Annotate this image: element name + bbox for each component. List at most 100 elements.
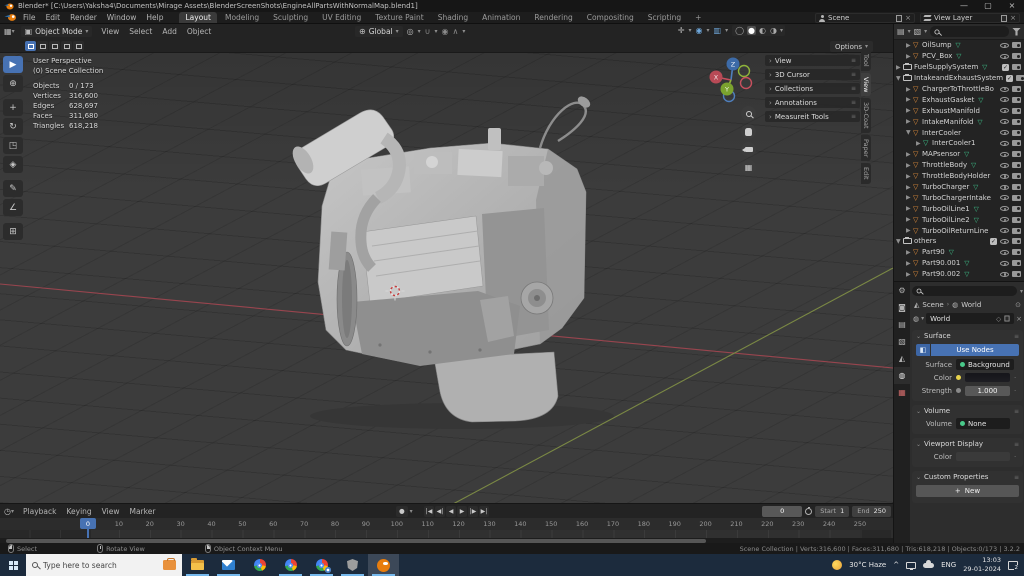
viewport-menu-add[interactable]: Add <box>157 27 182 36</box>
select-invert-button[interactable] <box>61 41 72 51</box>
disable-render-camera-icon[interactable] <box>1012 97 1021 103</box>
timeline-menu-marker[interactable]: Marker <box>124 507 160 516</box>
collection-checkbox[interactable]: ✓ <box>990 238 997 245</box>
hide-eye-icon[interactable] <box>1000 228 1009 233</box>
object-name[interactable]: ExhaustGasket <box>922 96 974 104</box>
outliner-row-part90[interactable]: ▶▽Part90▽ <box>894 247 1024 258</box>
expand-icon[interactable]: ▶ <box>906 260 913 267</box>
expand-icon[interactable]: ▼ <box>906 129 913 136</box>
sidebar-tab-paper[interactable]: Paper <box>861 135 871 161</box>
workspace-tab-compositing[interactable]: Compositing <box>581 12 640 23</box>
hide-eye-icon[interactable] <box>1000 152 1009 157</box>
expand-icon[interactable]: ▶ <box>906 271 913 278</box>
notification-icon[interactable]: 2 <box>1008 561 1018 570</box>
disable-render-camera-icon[interactable] <box>1012 195 1021 201</box>
properties-tab-view-layer[interactable]: ▧ <box>894 333 910 350</box>
object-name[interactable]: TurboOilReturnLine <box>922 227 988 235</box>
shading-rendered-icon[interactable]: ◑ <box>769 26 778 35</box>
viewport-menu-view[interactable]: View <box>96 27 124 36</box>
collection-checkbox[interactable]: ✓ <box>1006 75 1013 82</box>
taskbar-search-input[interactable]: Type here to search <box>26 554 182 576</box>
gizmo-axis-neg-x[interactable] <box>741 78 752 89</box>
object-name[interactable]: TurboOilLine2 <box>922 216 970 224</box>
workspace-tab-shading[interactable]: Shading <box>432 12 474 23</box>
disable-render-camera-icon[interactable] <box>1012 184 1021 190</box>
expand-icon[interactable]: ▶ <box>906 118 913 125</box>
expand-icon[interactable]: ▶ <box>906 227 913 234</box>
gizmos-toggle-icon[interactable]: ✛ <box>678 26 685 35</box>
pin-icon[interactable]: ⊙ <box>1015 301 1021 309</box>
taskbar-app-blender[interactable] <box>368 554 399 576</box>
proportional-editing-icon[interactable]: ◉ <box>442 27 449 36</box>
workspace-tab-texture-paint[interactable]: Texture Paint <box>369 12 429 23</box>
expand-icon[interactable]: ▶ <box>906 86 913 93</box>
object-name[interactable]: TurboOilLine1 <box>922 205 970 213</box>
tray-expand-icon[interactable]: ^ <box>893 561 899 569</box>
mode-selector[interactable]: ▣ Object Mode ▾ <box>21 26 93 37</box>
surface-value-field[interactable]: Background <box>956 359 1014 370</box>
object-name[interactable]: TurboChar​ger <box>922 183 969 191</box>
hide-eye-icon[interactable] <box>1000 119 1009 124</box>
object-name[interactable]: Part90.001 <box>922 259 960 267</box>
outliner-row-oilsump[interactable]: ▶▽OilSump▽ <box>894 40 1024 51</box>
workspace-tab-layout[interactable]: Layout <box>179 12 217 23</box>
keying-dropdown[interactable]: ▾ <box>410 506 413 517</box>
hide-eye-icon[interactable] <box>1000 97 1009 102</box>
disable-render-camera-icon[interactable] <box>1012 162 1021 168</box>
object-name[interactable]: OilSump <box>922 41 952 49</box>
tool-add-cube-button[interactable]: ⊞ <box>3 223 23 240</box>
snap-magnet-icon[interactable]: ∪ <box>425 27 431 36</box>
properties-options-dropdown[interactable]: ▾ <box>1020 288 1023 295</box>
collapse-icon[interactable]: ⌄ <box>916 441 921 448</box>
collapse-icon[interactable]: ⌄ <box>916 333 921 340</box>
disable-render-camera-icon[interactable] <box>1012 86 1021 92</box>
hide-eye-icon[interactable] <box>1000 43 1009 48</box>
menu-file[interactable]: File <box>18 13 41 22</box>
weather-sun-icon[interactable] <box>832 560 842 570</box>
tool-rotate-button[interactable]: ↻ <box>3 118 23 135</box>
collapse-icon[interactable]: ⌄ <box>916 408 921 415</box>
outliner-row-throttlebodyholder[interactable]: ▶▽ThrottleBodyHolder <box>894 171 1024 182</box>
object-name[interactable]: Part90 <box>922 248 945 256</box>
disable-render-camera-icon[interactable] <box>1012 228 1021 234</box>
expand-icon[interactable]: ▼ <box>896 75 903 82</box>
new-view-layer-icon[interactable] <box>1001 15 1007 22</box>
transform-orientation[interactable]: ⊕ Global ▾ <box>355 26 403 37</box>
outliner-row-part90-002[interactable]: ▶▽Part90.002▽ <box>894 269 1024 280</box>
hide-eye-icon[interactable] <box>1000 239 1009 244</box>
npanel-section-view[interactable]: ›View≡ <box>765 55 860 66</box>
weather-label[interactable]: 30°C Haze <box>849 561 886 569</box>
select-subtract-button[interactable] <box>49 41 60 51</box>
outliner-display-mode-icon[interactable]: ▤ <box>897 27 905 36</box>
disable-render-camera-icon[interactable] <box>1012 206 1021 212</box>
object-name[interactable]: TurboChargerIntake <box>922 194 991 202</box>
sidebar-tab-edit[interactable]: Edit <box>861 163 871 184</box>
hide-eye-icon[interactable] <box>1000 195 1009 200</box>
outliner-row-intakeandexhaustsystem[interactable]: ▼IntakeandExhaustSystem✓ <box>894 73 1024 84</box>
outliner-row-turbooilline2[interactable]: ▶▽TurboOilLine2▽ <box>894 214 1024 225</box>
minimize-button[interactable]: — <box>952 0 976 12</box>
outliner-row-mapsensor[interactable]: ▶▽MAPsensor▽ <box>894 149 1024 160</box>
disable-render-camera-icon[interactable] <box>1012 108 1021 114</box>
hide-eye-icon[interactable] <box>1000 108 1009 113</box>
taskbar-app-mail[interactable] <box>213 554 244 576</box>
hide-eye-icon[interactable] <box>1000 185 1009 190</box>
copy-datablock-icon[interactable] <box>1005 316 1010 322</box>
add-workspace-button[interactable]: + <box>689 12 707 23</box>
timeline-editor-icon[interactable]: ◷ <box>4 507 11 516</box>
sidebar-tab-3d-coat[interactable]: 3D-Coat <box>861 98 871 133</box>
properties-search-input[interactable] <box>912 286 1017 296</box>
zoom-view-button[interactable] <box>741 106 756 121</box>
menu-render[interactable]: Render <box>65 13 102 22</box>
shading-solid-icon[interactable]: ● <box>747 26 756 35</box>
collection-checkbox[interactable]: ✓ <box>1002 64 1009 71</box>
display-color-swatch[interactable] <box>956 452 1010 461</box>
world-color-swatch[interactable] <box>965 373 1010 382</box>
fake-user-shield-icon[interactable]: ◇ <box>996 315 1001 323</box>
start-button[interactable] <box>0 554 26 576</box>
disable-render-camera-icon[interactable] <box>1012 119 1021 125</box>
npanel-section-3d-cursor[interactable]: ›3D Cursor≡ <box>765 69 860 80</box>
disable-render-camera-icon[interactable] <box>1012 53 1021 59</box>
disable-render-camera-icon[interactable] <box>1012 271 1021 277</box>
view-layer-selector[interactable]: View Layer × <box>920 13 1020 23</box>
